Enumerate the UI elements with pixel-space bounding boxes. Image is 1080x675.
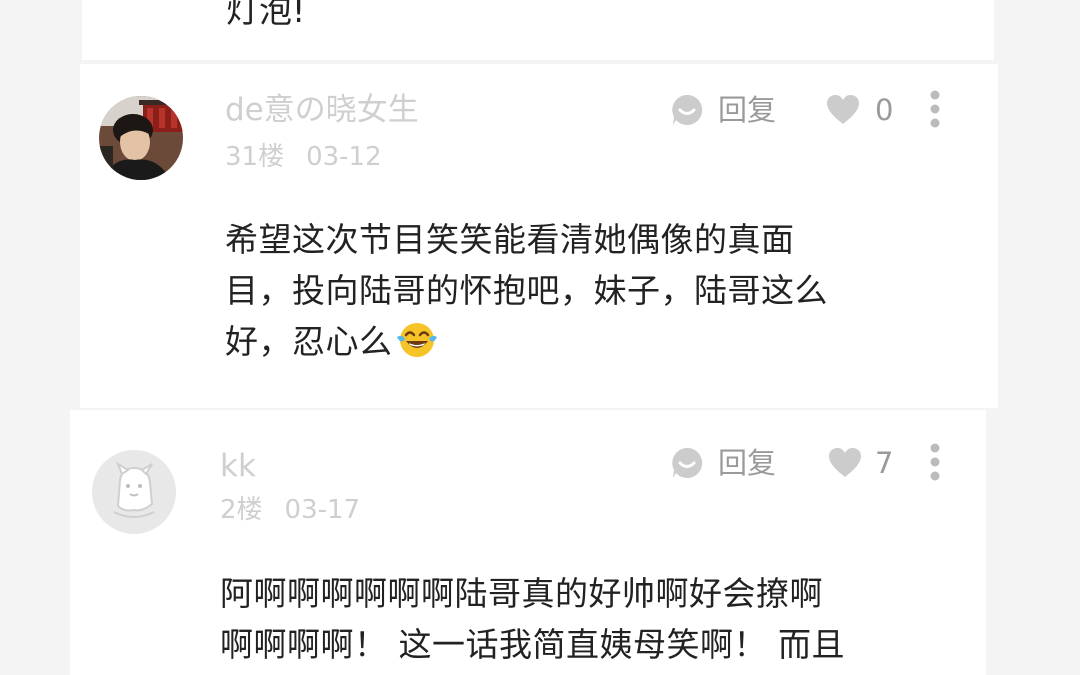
comment-card: de意の晓女生 31楼 03-12 回复 0 希望这次节目笑笑能看清她偶像的真面… <box>80 64 998 408</box>
comment-line: 目，投向陆哥的怀抱吧，妹子，陆哥这么 <box>225 271 828 310</box>
like-count: 0 <box>875 93 894 127</box>
avatar[interactable] <box>99 96 183 180</box>
previous-comment-card: 灯泡! <box>82 0 994 60</box>
comment-card: kk 2楼 03-17 回复 7 阿啊啊啊啊啊啊陆哥真的好帅啊好会撩啊 啊啊啊啊… <box>70 410 986 675</box>
comment-date: 03-12 <box>306 142 382 172</box>
username[interactable]: kk <box>220 448 256 484</box>
more-vertical-icon[interactable] <box>929 443 941 481</box>
floor-number: 2楼 <box>220 495 263 525</box>
comment-text: 希望这次节目笑笑能看清她偶像的真面 目，投向陆哥的怀抱吧，妹子，陆哥这么 好，忍… <box>225 214 945 367</box>
comment-meta: 31楼 03-12 <box>225 142 382 172</box>
like-count: 7 <box>875 446 894 480</box>
heart-icon[interactable] <box>826 94 860 126</box>
username[interactable]: de意の晓女生 <box>225 92 419 128</box>
comment-date: 03-17 <box>284 495 361 525</box>
comment-line: 希望这次节目笑笑能看清她偶像的真面 <box>225 220 795 259</box>
comment-feed: 灯泡! de意の晓女生 31楼 03-12 回复 0 希望这次节目笑笑能看清她偶… <box>0 0 1080 675</box>
reply-button[interactable]: 回复 <box>718 93 776 127</box>
reply-bubble-icon[interactable] <box>670 93 704 127</box>
comment-text: 阿啊啊啊啊啊啊陆哥真的好帅啊好会撩啊 啊啊啊啊！ 这一话我简直姨母笑啊！ 而且 <box>220 568 940 670</box>
comment-line: 阿啊啊啊啊啊啊陆哥真的好帅啊好会撩啊 <box>220 574 823 613</box>
more-vertical-icon[interactable] <box>929 90 941 128</box>
comment-line: 好，忍心么 <box>225 316 945 367</box>
floor-number: 31楼 <box>225 142 285 172</box>
comment-text-fragment: 灯泡! <box>226 0 306 30</box>
reply-button[interactable]: 回复 <box>718 446 776 480</box>
tears-of-joy-emoji <box>395 319 439 359</box>
heart-icon[interactable] <box>828 447 862 479</box>
reply-bubble-icon[interactable] <box>670 446 704 480</box>
comment-line: 啊啊啊啊！ 这一话我简直姨母笑啊！ 而且 <box>220 625 845 664</box>
comment-meta: 2楼 03-17 <box>220 495 360 525</box>
avatar[interactable] <box>92 450 176 534</box>
